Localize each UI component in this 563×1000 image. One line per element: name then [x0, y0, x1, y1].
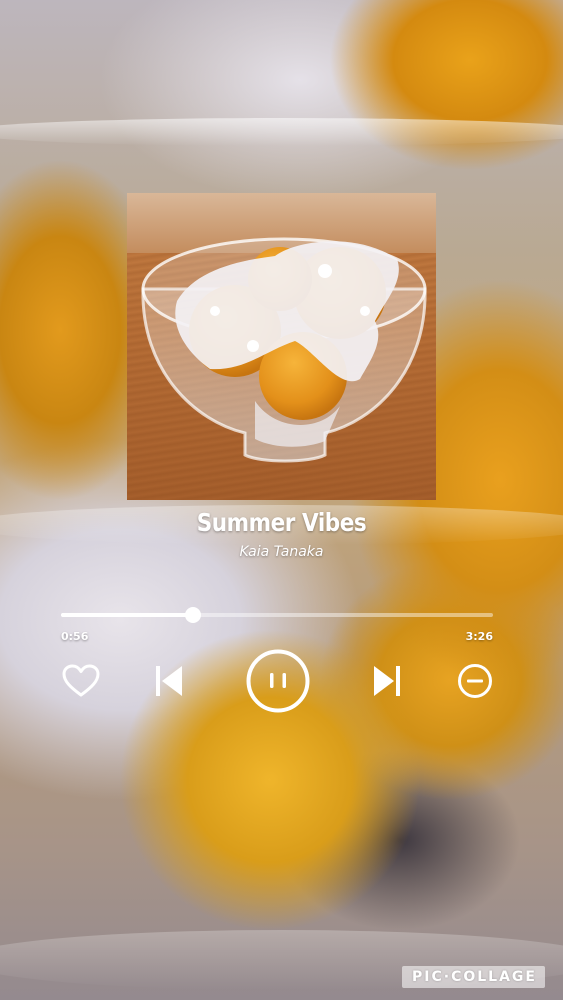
pause-button[interactable]: [246, 649, 310, 713]
progress-fill: [61, 613, 193, 617]
like-button[interactable]: [61, 662, 101, 700]
progress-bar[interactable]: [61, 607, 493, 623]
song-title: Summer Vibes: [196, 508, 367, 537]
total-time: 3:26: [465, 630, 493, 643]
album-artwork: [127, 193, 436, 500]
next-track-button[interactable]: [370, 662, 404, 700]
jar-rim-highlight: [0, 118, 563, 146]
song-artist: Kaia Tanaka: [239, 544, 324, 560]
skip-next-icon: [374, 666, 400, 696]
previous-track-button[interactable]: [152, 662, 186, 700]
progress-thumb[interactable]: [184, 607, 201, 623]
elapsed-time: 0:56: [61, 630, 89, 643]
pause-icon: [246, 649, 310, 713]
heart-outline-icon: [62, 664, 100, 697]
pic-collage-watermark: PIC·COLLAGE: [402, 966, 545, 988]
skip-previous-icon: [156, 666, 182, 696]
background-photo: [0, 0, 563, 1000]
remove-button[interactable]: [456, 662, 494, 700]
minus-circle-icon: [458, 664, 492, 698]
artwork-glass-bowl: [135, 201, 431, 463]
